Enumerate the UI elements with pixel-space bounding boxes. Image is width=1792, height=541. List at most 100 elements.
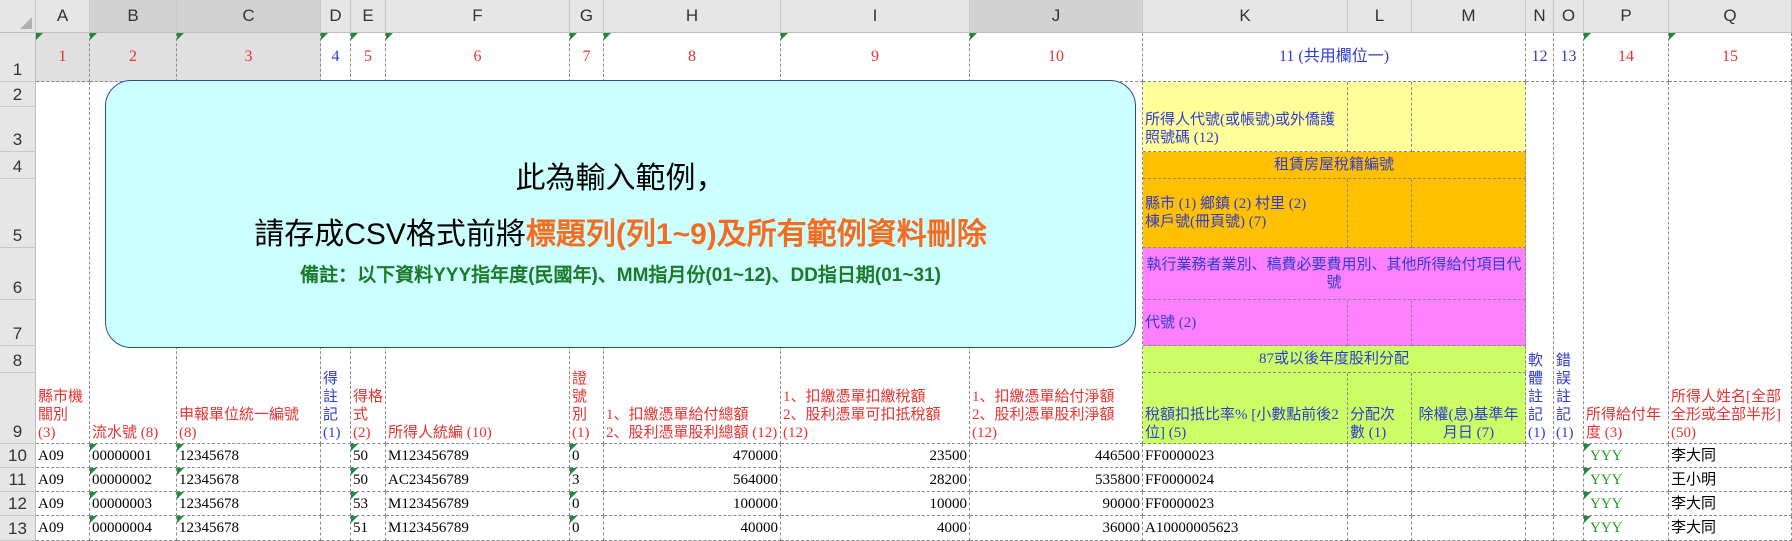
cell-c1[interactable]: 3 bbox=[177, 33, 321, 82]
cell-p10[interactable]: YYY bbox=[1584, 444, 1669, 468]
row-header-11[interactable]: 11 bbox=[0, 468, 36, 492]
cell-d11[interactable] bbox=[321, 468, 351, 492]
column-header-j[interactable]: J bbox=[970, 0, 1143, 33]
header-a[interactable]: 縣市機關別 (3) bbox=[36, 82, 90, 444]
cell-i11[interactable]: 28200 bbox=[781, 468, 970, 492]
cell-c13[interactable]: 12345678 bbox=[177, 516, 321, 541]
column-header-i[interactable]: I bbox=[781, 0, 970, 33]
header-p[interactable]: 所得給付年度 (3) bbox=[1584, 82, 1669, 444]
row-header-8[interactable]: 8 bbox=[0, 346, 36, 373]
cell-f11[interactable]: AC23456789 bbox=[386, 468, 570, 492]
row-header-10[interactable]: 10 bbox=[0, 444, 36, 468]
shared-house-tax-label[interactable]: 租賃房屋稅籍編號 bbox=[1143, 152, 1526, 179]
select-all-corner[interactable] bbox=[0, 0, 36, 33]
cell-o12[interactable] bbox=[1554, 492, 1584, 516]
shared-code-m[interactable] bbox=[1412, 300, 1526, 346]
header-k[interactable]: 稅額扣抵比率% [小數點前後2位] (5) bbox=[1143, 373, 1348, 444]
cell-l11[interactable] bbox=[1348, 468, 1412, 492]
cell-m12[interactable] bbox=[1412, 492, 1526, 516]
column-header-b[interactable]: B bbox=[90, 0, 177, 33]
cell-l12[interactable] bbox=[1348, 492, 1412, 516]
row-header-4[interactable]: 4 bbox=[0, 152, 36, 179]
cell-d12[interactable] bbox=[321, 492, 351, 516]
shared-address-m[interactable] bbox=[1412, 179, 1526, 248]
cell-g11[interactable]: 3 bbox=[570, 468, 604, 492]
instruction-callout[interactable]: 此為輸入範例， 請存成CSV格式前將標題列(列1~9)及所有範例資料刪除 備註：… bbox=[105, 80, 1136, 348]
cell-q11[interactable]: 王小明 bbox=[1669, 468, 1792, 492]
cell-m10[interactable] bbox=[1412, 444, 1526, 468]
cell-j12[interactable]: 90000 bbox=[970, 492, 1143, 516]
cell-q1[interactable]: 15 bbox=[1669, 33, 1792, 82]
header-l[interactable]: 分配次數 (1) bbox=[1348, 373, 1412, 444]
shared-code-l[interactable] bbox=[1348, 300, 1412, 346]
cell-j11[interactable]: 535800 bbox=[970, 468, 1143, 492]
row-header-5[interactable]: 5 bbox=[0, 179, 36, 248]
cell-d1[interactable]: 4 bbox=[321, 33, 351, 82]
cell-m13[interactable] bbox=[1412, 516, 1526, 541]
column-header-l[interactable]: L bbox=[1348, 0, 1412, 33]
cell-p11[interactable]: YYY bbox=[1584, 468, 1669, 492]
cell-i13[interactable]: 4000 bbox=[781, 516, 970, 541]
cell-n12[interactable] bbox=[1526, 492, 1554, 516]
cell-e12[interactable]: 53 bbox=[351, 492, 386, 516]
cell-o11[interactable] bbox=[1554, 468, 1584, 492]
cell-k13[interactable]: A10000005623 bbox=[1143, 516, 1348, 541]
shared-passport-label[interactable]: 所得人代號(或帳號)或外僑護照號碼 (12) bbox=[1143, 82, 1348, 152]
cell-c11[interactable]: 12345678 bbox=[177, 468, 321, 492]
row-header-13[interactable]: 13 bbox=[0, 516, 36, 541]
cell-h1[interactable]: 8 bbox=[604, 33, 781, 82]
row-header-1[interactable]: 1 bbox=[0, 33, 36, 82]
row-header-9[interactable]: 9 bbox=[0, 373, 36, 444]
cell-g1[interactable]: 7 bbox=[570, 33, 604, 82]
cell-b10[interactable]: 00000001 bbox=[90, 444, 177, 468]
column-header-h[interactable]: H bbox=[604, 0, 781, 33]
cell-a11[interactable]: A09 bbox=[36, 468, 90, 492]
column-header-n[interactable]: N bbox=[1526, 0, 1554, 33]
cell-d10[interactable] bbox=[321, 444, 351, 468]
row-header-3[interactable]: 3 bbox=[0, 107, 36, 152]
cell-j13[interactable]: 36000 bbox=[970, 516, 1143, 541]
cell-o10[interactable] bbox=[1554, 444, 1584, 468]
cell-b1[interactable]: 2 bbox=[90, 33, 177, 82]
cell-p12[interactable]: YYY bbox=[1584, 492, 1669, 516]
column-header-e[interactable]: E bbox=[351, 0, 386, 33]
column-header-f[interactable]: F bbox=[386, 0, 570, 33]
shared-code-label[interactable]: 代號 (2) bbox=[1143, 300, 1348, 346]
header-q[interactable]: 所得人姓名[全部全形或全部半形] (50) bbox=[1669, 82, 1792, 444]
cell-e11[interactable]: 50 bbox=[351, 468, 386, 492]
shared-passport-l[interactable] bbox=[1348, 82, 1412, 152]
cell-m11[interactable] bbox=[1412, 468, 1526, 492]
shared-business-code-label[interactable]: 執行業務者業別、稿費必要費用別、其他所得給付項目代號 bbox=[1143, 248, 1526, 300]
cell-h11[interactable]: 564000 bbox=[604, 468, 781, 492]
cell-q12[interactable]: 李大同 bbox=[1669, 492, 1792, 516]
column-header-k[interactable]: K bbox=[1143, 0, 1348, 33]
cell-b11[interactable]: 00000002 bbox=[90, 468, 177, 492]
cell-i10[interactable]: 23500 bbox=[781, 444, 970, 468]
column-header-c[interactable]: C bbox=[177, 0, 321, 33]
cell-a12[interactable]: A09 bbox=[36, 492, 90, 516]
shared-passport-m[interactable] bbox=[1412, 82, 1526, 152]
column-header-o[interactable]: O bbox=[1554, 0, 1584, 33]
cell-e1[interactable]: 5 bbox=[351, 33, 386, 82]
cell-b12[interactable]: 00000003 bbox=[90, 492, 177, 516]
cell-q13[interactable]: 李大同 bbox=[1669, 516, 1792, 541]
row-header-2[interactable]: 2 bbox=[0, 82, 36, 107]
cell-g13[interactable]: 0 bbox=[570, 516, 604, 541]
cell-a10[interactable]: A09 bbox=[36, 444, 90, 468]
shared-dividend-label[interactable]: 87或以後年度股利分配 bbox=[1143, 346, 1526, 373]
cell-o1[interactable]: 13 bbox=[1554, 33, 1584, 82]
cell-c12[interactable]: 12345678 bbox=[177, 492, 321, 516]
cell-n1[interactable]: 12 bbox=[1526, 33, 1554, 82]
column-header-a[interactable]: A bbox=[36, 0, 90, 33]
column-header-p[interactable]: P bbox=[1584, 0, 1669, 33]
cell-l10[interactable] bbox=[1348, 444, 1412, 468]
cell-h10[interactable]: 470000 bbox=[604, 444, 781, 468]
row-header-6[interactable]: 6 bbox=[0, 248, 36, 300]
cell-j1[interactable]: 10 bbox=[970, 33, 1143, 82]
cell-d13[interactable] bbox=[321, 516, 351, 541]
column-header-m[interactable]: M bbox=[1412, 0, 1526, 33]
column-header-g[interactable]: G bbox=[570, 0, 604, 33]
header-o[interactable]: 錯誤註記 (1) bbox=[1554, 82, 1584, 444]
column-header-d[interactable]: D bbox=[321, 0, 351, 33]
cell-e13[interactable]: 51 bbox=[351, 516, 386, 541]
